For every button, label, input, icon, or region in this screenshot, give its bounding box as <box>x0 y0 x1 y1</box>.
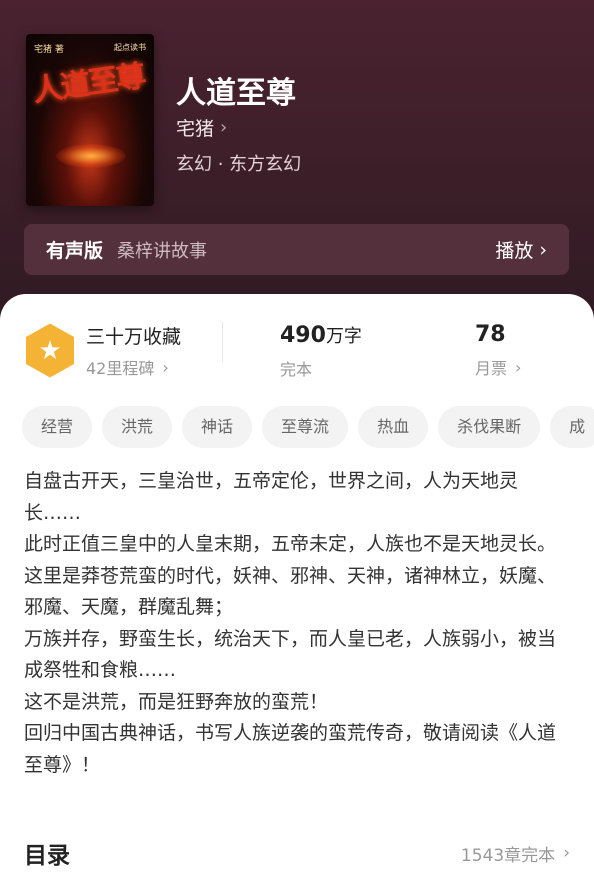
completion-status: 完本 <box>280 360 313 379</box>
book-header: 宅猪 著 起点读书 人道至尊 人道至尊 宅猪 › 玄幻 · 东方玄幻 有声版 桑… <box>0 0 594 330</box>
monthly-ticket-stat[interactable]: 78 月票 › <box>475 322 521 379</box>
description-paragraph: 万族并存，野蛮生长，统治天下，而人皇已老，人族弱小，被当成祭牲和食粮…… <box>24 627 557 682</box>
chevron-right-icon: › <box>563 843 570 863</box>
description-paragraph: 回归中国古典神话，书写人族逆袭的蛮荒传奇，敬请阅读《人道至尊》！ <box>24 722 557 776</box>
play-label: 播放 <box>495 240 534 262</box>
tag-chip[interactable]: 至尊流 <box>262 406 349 448</box>
tag-chip[interactable]: 热血 <box>358 406 429 448</box>
description-paragraph: 此时正值三皇中的人皇末期，五帝未定，人族也不是天地灵长。 <box>24 533 557 555</box>
description-paragraph: 自盘古开天，三皇治世，五帝定伦，世界之间，人为天地灵长…… <box>24 470 519 524</box>
chevron-right-icon: › <box>162 357 169 377</box>
word-count-stat: 490万字 完本 <box>280 322 362 380</box>
audio-version-bar[interactable]: 有声版 桑梓讲故事 播放 › <box>24 224 569 275</box>
book-cover[interactable]: 宅猪 著 起点读书 人道至尊 <box>26 34 154 206</box>
milestone-label: 42里程碑 <box>86 359 155 378</box>
collection-stat[interactable]: ★ 三十万收藏 42里程碑 › <box>26 322 181 379</box>
toc-title: 目录 <box>24 843 70 869</box>
star-icon: ★ <box>26 323 74 378</box>
chevron-right-icon: › <box>220 117 228 138</box>
tag-chip[interactable]: 经营 <box>22 406 93 448</box>
monthly-ticket-value: 78 <box>475 322 506 347</box>
chevron-right-icon: › <box>539 238 547 261</box>
cover-fire-glow <box>56 144 126 168</box>
book-description: 自盘古开天，三皇治世，五帝定伦，世界之间，人为天地灵长…… 此时正值三皇中的人皇… <box>24 466 572 781</box>
author-name: 宅猪 <box>176 118 215 140</box>
audio-label: 有声版 <box>46 240 104 262</box>
play-button[interactable]: 播放 › <box>495 236 547 263</box>
tag-list: 经营 洪荒 神话 至尊流 热血 杀伐果断成 <box>22 406 594 448</box>
book-genre: 玄幻 · 东方玄幻 <box>176 154 302 175</box>
chapter-count: 1543章完本 <box>460 845 556 866</box>
word-count-unit: 万字 <box>325 326 362 347</box>
book-title: 人道至尊 <box>176 76 296 111</box>
stat-divider <box>222 322 223 362</box>
tag-chip[interactable]: 神话 <box>182 406 253 448</box>
description-paragraph: 这里是莽苍荒蛮的时代，妖神、邪神、天神，诸神林立，妖魔、邪魔、天魔，群魔乱舞； <box>24 564 557 619</box>
tag-chip[interactable]: 杀伐果断 <box>438 406 541 448</box>
tag-chip[interactable]: 成 <box>550 406 594 448</box>
audio-narrator: 桑梓讲故事 <box>117 240 208 262</box>
author-link[interactable]: 宅猪 › <box>176 114 227 141</box>
table-of-contents-row[interactable]: 目录 1543章完本 › <box>24 836 570 870</box>
tag-chip[interactable]: 洪荒 <box>102 406 173 448</box>
cover-author-mark: 宅猪 著 <box>34 45 64 55</box>
collection-title: 三十万收藏 <box>86 326 182 348</box>
description-paragraph: 这不是洪荒，而是狂野奔放的蛮荒！ <box>24 690 329 713</box>
chevron-right-icon: › <box>515 357 522 377</box>
word-count-value: 490 <box>280 323 326 348</box>
cover-title-art: 人道至尊 <box>30 58 147 110</box>
monthly-ticket-label: 月票 <box>475 359 508 378</box>
